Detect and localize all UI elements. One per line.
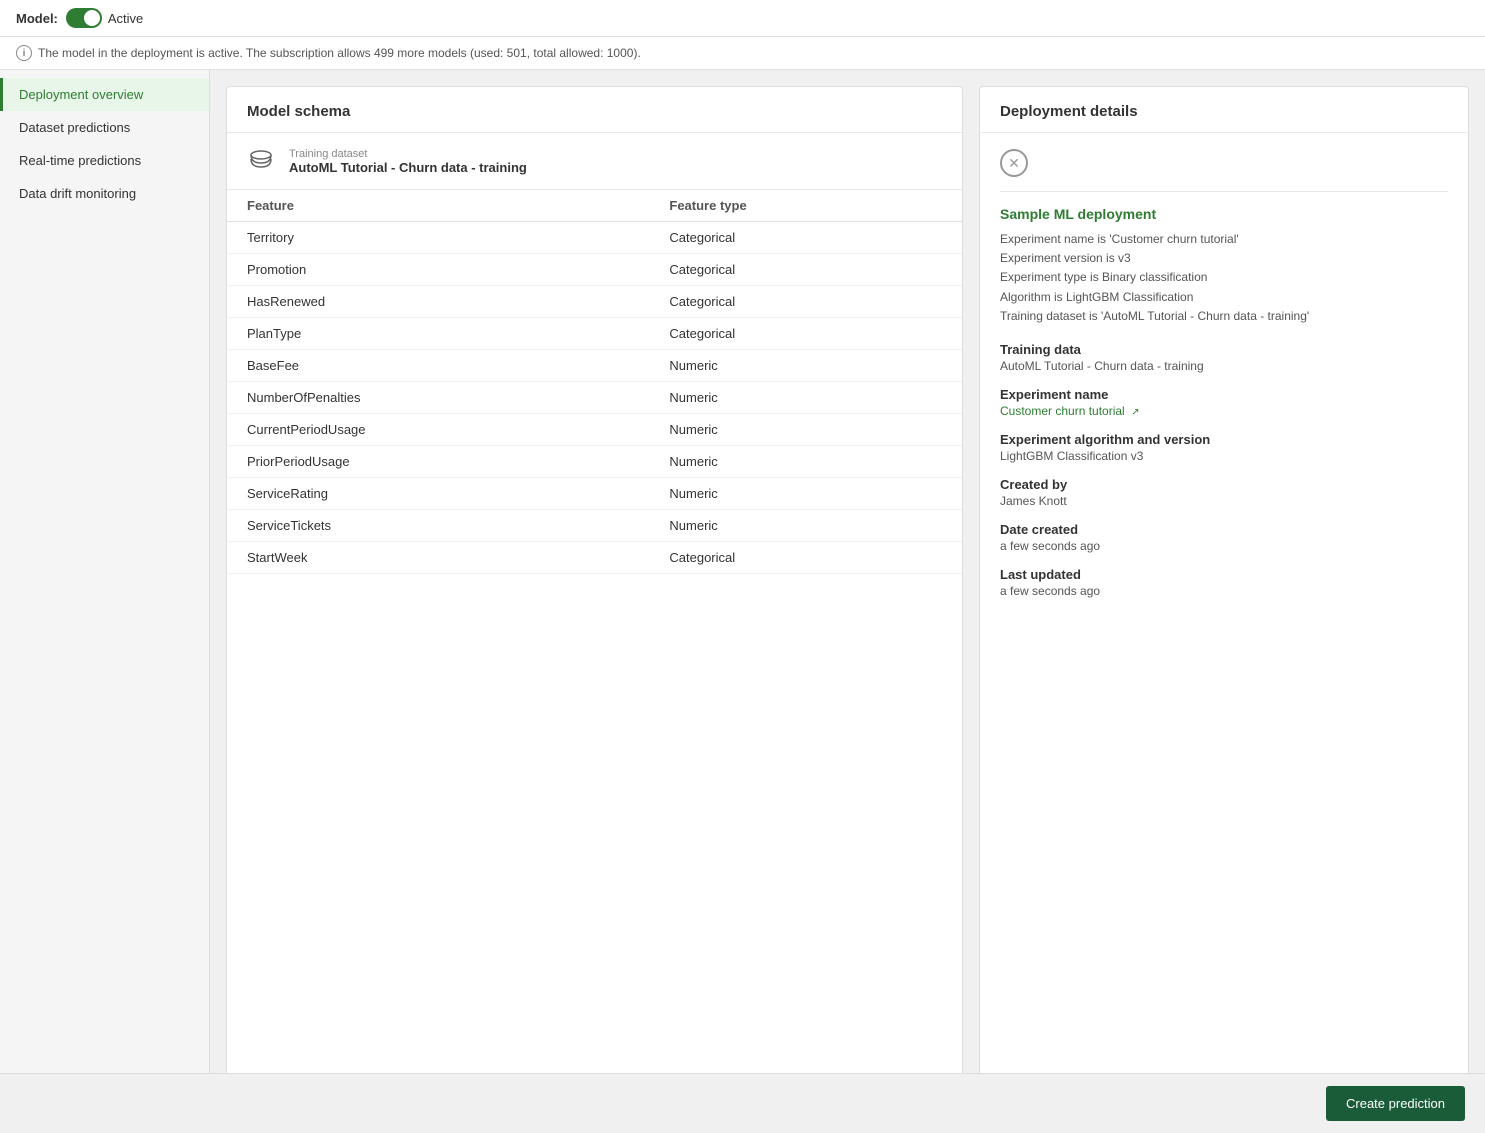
feature-table-wrapper: Feature Feature type TerritoryCategorica… [227,190,962,1104]
created-by-label: Created by [1000,477,1448,492]
feature-name-cell: ServiceTickets [227,510,649,542]
model-label: Model: [16,11,58,26]
model-schema-title: Model schema [227,87,962,133]
create-prediction-button[interactable]: Create prediction [1326,1086,1465,1121]
info-bar: i The model in the deployment is active.… [0,37,1485,70]
table-row: ServiceTicketsNumeric [227,510,962,542]
feature-type-cell: Categorical [649,318,962,350]
table-row: PlanTypeCategorical [227,318,962,350]
sidebar-item-data-drift[interactable]: Data drift monitoring [0,177,209,210]
experiment-algo-value: LightGBM Classification v3 [1000,449,1448,463]
database-icon [247,145,279,177]
info-icon: i [16,45,32,61]
feature-col-header: Feature [227,190,649,222]
table-row: CurrentPeriodUsageNumeric [227,414,962,446]
info-message: The model in the deployment is active. T… [38,46,641,60]
sidebar-nav: Deployment overview Dataset predictions … [0,78,209,210]
model-schema-panel: Model schema Training dataset AutoML Tut… [226,86,963,1105]
feature-type-cell: Numeric [649,414,962,446]
bottom-bar: Create prediction [0,1073,1485,1133]
feature-name-cell: ServiceRating [227,478,649,510]
sidebar-item-deployment-overview[interactable]: Deployment overview [0,78,209,111]
experiment-name-label: Experiment name [1000,387,1448,402]
top-bar: Model: Active [0,0,1485,37]
experiment-name-section: Experiment name Customer churn tutorial … [1000,387,1448,418]
date-created-label: Date created [1000,522,1448,537]
created-by-section: Created by James Knott [1000,477,1448,508]
experiment-name-link[interactable]: Customer churn tutorial [1000,404,1125,418]
training-data-label: Training data [1000,342,1448,357]
last-updated-value: a few seconds ago [1000,584,1448,598]
toggle-wrapper: Active [66,8,143,28]
feature-table: Feature Feature type TerritoryCategorica… [227,190,962,574]
training-dataset-name: AutoML Tutorial - Churn data - training [289,160,527,175]
table-row: PriorPeriodUsageNumeric [227,446,962,478]
deployment-details-panel: Deployment details ✕ Sample ML deploymen… [979,86,1469,1105]
deployment-icon: ✕ [1000,149,1028,177]
description-line: Algorithm is LightGBM Classification [1000,288,1448,307]
feature-name-cell: PriorPeriodUsage [227,446,649,478]
table-row: HasRenewedCategorical [227,286,962,318]
table-row: ServiceRatingNumeric [227,478,962,510]
sidebar-item-dataset-predictions[interactable]: Dataset predictions [0,111,209,144]
feature-name-cell: NumberOfPenalties [227,382,649,414]
feature-type-cell: Categorical [649,542,962,574]
content-area: Model schema Training dataset AutoML Tut… [210,70,1485,1121]
feature-name-cell: PlanType [227,318,649,350]
table-row: TerritoryCategorical [227,222,962,254]
created-by-value: James Knott [1000,494,1448,508]
feature-name-cell: Promotion [227,254,649,286]
table-row: StartWeekCategorical [227,542,962,574]
feature-type-cell: Categorical [649,254,962,286]
experiment-algo-section: Experiment algorithm and version LightGB… [1000,432,1448,463]
last-updated-label: Last updated [1000,567,1448,582]
description-line: Experiment name is 'Customer churn tutor… [1000,230,1448,249]
feature-name-cell: Territory [227,222,649,254]
feature-type-cell: Categorical [649,222,962,254]
feature-type-cell: Numeric [649,478,962,510]
date-created-section: Date created a few seconds ago [1000,522,1448,553]
description-line: Experiment version is v3 [1000,249,1448,268]
training-dataset-section: Training dataset AutoML Tutorial - Churn… [227,133,962,190]
experiment-link-ext-icon: ↗ [1131,407,1139,418]
date-created-value: a few seconds ago [1000,539,1448,553]
feature-type-cell: Categorical [649,286,962,318]
feature-type-cell: Numeric [649,510,962,542]
model-toggle[interactable] [66,8,102,28]
db-svg [247,147,275,175]
training-dataset-label: Training dataset [289,148,527,160]
deployment-details-title: Deployment details [980,87,1468,133]
feature-name-cell: HasRenewed [227,286,649,318]
deployment-description: Experiment name is 'Customer churn tutor… [1000,230,1448,326]
training-data-section: Training data AutoML Tutorial - Churn da… [1000,342,1448,373]
table-row: PromotionCategorical [227,254,962,286]
description-line: Experiment type is Binary classification [1000,268,1448,287]
experiment-algo-label: Experiment algorithm and version [1000,432,1448,447]
table-row: BaseFeeNumeric [227,350,962,382]
main-layout: Deployment overview Dataset predictions … [0,70,1485,1121]
feature-name-cell: CurrentPeriodUsage [227,414,649,446]
sidebar-item-realtime-predictions[interactable]: Real-time predictions [0,144,209,177]
last-updated-section: Last updated a few seconds ago [1000,567,1448,598]
feature-name-cell: BaseFee [227,350,649,382]
training-data-value: AutoML Tutorial - Churn data - training [1000,359,1448,373]
feature-type-col-header: Feature type [649,190,962,222]
feature-type-cell: Numeric [649,382,962,414]
deployment-details-body: ✕ Sample ML deployment Experiment name i… [980,133,1468,628]
feature-type-cell: Numeric [649,446,962,478]
dep-icon-row: ✕ [1000,149,1448,192]
description-line: Training dataset is 'AutoML Tutorial - C… [1000,307,1448,326]
deployment-name: Sample ML deployment [1000,206,1448,222]
feature-type-cell: Numeric [649,350,962,382]
table-row: NumberOfPenaltiesNumeric [227,382,962,414]
toggle-status: Active [108,11,143,26]
training-dataset-info: Training dataset AutoML Tutorial - Churn… [289,148,527,175]
feature-name-cell: StartWeek [227,542,649,574]
experiment-name-value: Customer churn tutorial ↗ [1000,404,1448,418]
sidebar: Deployment overview Dataset predictions … [0,70,210,1121]
